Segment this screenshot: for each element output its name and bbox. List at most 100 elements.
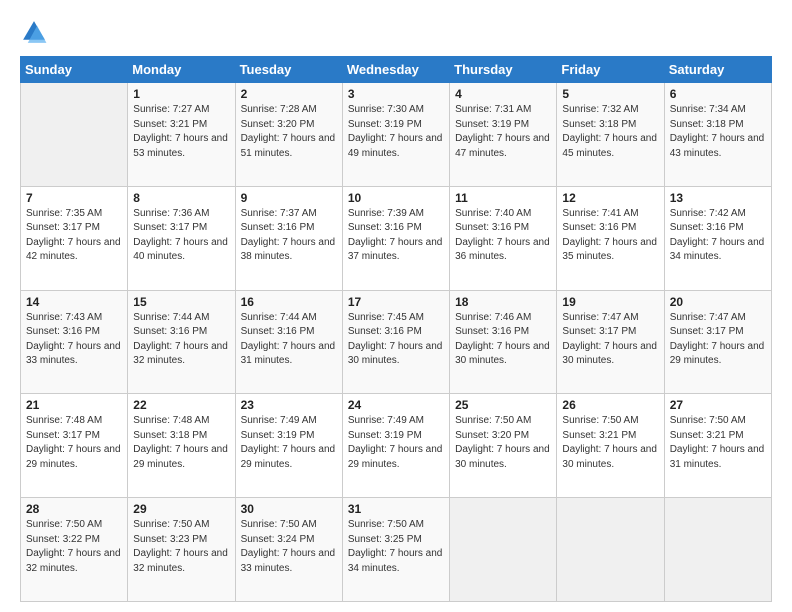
day-number: 30: [241, 502, 337, 516]
day-info: Sunrise: 7:44 AMSunset: 3:16 PMDaylight:…: [241, 311, 337, 369]
day-number: 27: [670, 398, 766, 412]
day-info: Sunrise: 7:50 AMSunset: 3:25 PMDaylight:…: [348, 518, 444, 576]
day-number: 15: [133, 295, 229, 309]
day-info: Sunrise: 7:47 AMSunset: 3:17 PMDaylight:…: [562, 311, 658, 369]
calendar-cell: 6 Sunrise: 7:34 AMSunset: 3:18 PMDaylight…: [664, 83, 771, 187]
day-number: 20: [670, 295, 766, 309]
day-info: Sunrise: 7:49 AMSunset: 3:19 PMDaylight:…: [348, 414, 444, 472]
day-number: 26: [562, 398, 658, 412]
day-number: 14: [26, 295, 122, 309]
calendar-cell: 13Sunrise: 7:42 AMSunset: 3:16 PMDayligh…: [664, 186, 771, 290]
day-info: Sunrise: 7:43 AMSunset: 3:16 PMDaylight:…: [26, 311, 122, 369]
day-number: 3: [348, 87, 444, 101]
day-info: Sunrise: 7:50 AMSunset: 3:21 PMDaylight:…: [670, 414, 766, 472]
calendar-cell: 29 Sunrise: 7:50 AMSunset: 3:23 PMDayligh…: [128, 498, 235, 602]
day-info: Sunrise: 7:31 AMSunset: 3:19 PMDaylight:…: [455, 103, 551, 161]
calendar-cell: 27 Sunrise: 7:50 AMSunset: 3:21 PMDayligh…: [664, 394, 771, 498]
day-number: 8: [133, 191, 229, 205]
day-number: 2: [241, 87, 337, 101]
calendar-cell: [557, 498, 664, 602]
logo-icon: [20, 18, 48, 46]
day-info: Sunrise: 7:50 AMSunset: 3:20 PMDaylight:…: [455, 414, 551, 472]
calendar-cell: 11Sunrise: 7:40 AMSunset: 3:16 PMDayligh…: [450, 186, 557, 290]
calendar-cell: 17 Sunrise: 7:45 AMSunset: 3:16 PMDayligh…: [342, 290, 449, 394]
calendar-cell: 26 Sunrise: 7:50 AMSunset: 3:21 PMDayligh…: [557, 394, 664, 498]
day-info: Sunrise: 7:50 AMSunset: 3:21 PMDaylight:…: [562, 414, 658, 472]
calendar-cell: [450, 498, 557, 602]
day-info: Sunrise: 7:50 AMSunset: 3:22 PMDaylight:…: [26, 518, 122, 576]
calendar-cell: 20 Sunrise: 7:47 AMSunset: 3:17 PMDayligh…: [664, 290, 771, 394]
day-number: 22: [133, 398, 229, 412]
weekday-header-sunday: Sunday: [21, 57, 128, 83]
calendar-cell: 10Sunrise: 7:39 AMSunset: 3:16 PMDayligh…: [342, 186, 449, 290]
calendar-cell: 28 Sunrise: 7:50 AMSunset: 3:22 PMDayligh…: [21, 498, 128, 602]
day-info: Sunrise: 7:34 AMSunset: 3:18 PMDaylight:…: [670, 103, 766, 161]
calendar-cell: [664, 498, 771, 602]
calendar-cell: 14 Sunrise: 7:43 AMSunset: 3:16 PMDayligh…: [21, 290, 128, 394]
calendar-cell: 9Sunrise: 7:37 AMSunset: 3:16 PMDaylight…: [235, 186, 342, 290]
calendar-header: SundayMondayTuesdayWednesdayThursdayFrid…: [21, 57, 772, 83]
day-info: Sunrise: 7:32 AMSunset: 3:18 PMDaylight:…: [562, 103, 658, 161]
page: SundayMondayTuesdayWednesdayThursdayFrid…: [0, 0, 792, 612]
day-info: Sunrise: 7:35 AMSunset: 3:17 PMDaylight:…: [26, 207, 122, 265]
logo: [20, 18, 52, 46]
weekday-header-monday: Monday: [128, 57, 235, 83]
header: [20, 18, 772, 46]
calendar-week-1: 1 Sunrise: 7:27 AMSunset: 3:21 PMDaylight…: [21, 83, 772, 187]
day-number: 21: [26, 398, 122, 412]
weekday-header-friday: Friday: [557, 57, 664, 83]
calendar-cell: 2Sunrise: 7:28 AMSunset: 3:20 PMDaylight…: [235, 83, 342, 187]
day-info: Sunrise: 7:46 AMSunset: 3:16 PMDaylight:…: [455, 311, 551, 369]
day-number: 4: [455, 87, 551, 101]
calendar-cell: 16 Sunrise: 7:44 AMSunset: 3:16 PMDayligh…: [235, 290, 342, 394]
day-number: 1: [133, 87, 229, 101]
day-number: 12: [562, 191, 658, 205]
day-info: Sunrise: 7:50 AMSunset: 3:23 PMDaylight:…: [133, 518, 229, 576]
day-info: Sunrise: 7:48 AMSunset: 3:17 PMDaylight:…: [26, 414, 122, 472]
calendar-cell: 15 Sunrise: 7:44 AMSunset: 3:16 PMDayligh…: [128, 290, 235, 394]
day-number: 23: [241, 398, 337, 412]
calendar-week-4: 21 Sunrise: 7:48 AMSunset: 3:17 PMDayligh…: [21, 394, 772, 498]
weekday-header-wednesday: Wednesday: [342, 57, 449, 83]
calendar-cell: [21, 83, 128, 187]
day-number: 29: [133, 502, 229, 516]
calendar-cell: 30 Sunrise: 7:50 AMSunset: 3:24 PMDayligh…: [235, 498, 342, 602]
calendar-cell: 25 Sunrise: 7:50 AMSunset: 3:20 PMDayligh…: [450, 394, 557, 498]
day-info: Sunrise: 7:36 AMSunset: 3:17 PMDaylight:…: [133, 207, 229, 265]
day-number: 5: [562, 87, 658, 101]
calendar-cell: 18 Sunrise: 7:46 AMSunset: 3:16 PMDayligh…: [450, 290, 557, 394]
weekday-header-thursday: Thursday: [450, 57, 557, 83]
calendar-body: 1 Sunrise: 7:27 AMSunset: 3:21 PMDaylight…: [21, 83, 772, 602]
day-info: Sunrise: 7:48 AMSunset: 3:18 PMDaylight:…: [133, 414, 229, 472]
day-info: Sunrise: 7:41 AMSunset: 3:16 PMDaylight:…: [562, 207, 658, 265]
day-number: 25: [455, 398, 551, 412]
day-info: Sunrise: 7:49 AMSunset: 3:19 PMDaylight:…: [241, 414, 337, 472]
calendar-cell: 19 Sunrise: 7:47 AMSunset: 3:17 PMDayligh…: [557, 290, 664, 394]
weekday-header-saturday: Saturday: [664, 57, 771, 83]
calendar-cell: 12 Sunrise: 7:41 AMSunset: 3:16 PMDayligh…: [557, 186, 664, 290]
day-number: 6: [670, 87, 766, 101]
day-info: Sunrise: 7:45 AMSunset: 3:16 PMDaylight:…: [348, 311, 444, 369]
day-info: Sunrise: 7:42 AMSunset: 3:16 PMDaylight:…: [670, 207, 766, 265]
day-number: 28: [26, 502, 122, 516]
day-info: Sunrise: 7:50 AMSunset: 3:24 PMDaylight:…: [241, 518, 337, 576]
day-number: 31: [348, 502, 444, 516]
calendar-cell: 7Sunrise: 7:35 AMSunset: 3:17 PMDaylight…: [21, 186, 128, 290]
day-number: 17: [348, 295, 444, 309]
weekday-header-row: SundayMondayTuesdayWednesdayThursdayFrid…: [21, 57, 772, 83]
day-number: 16: [241, 295, 337, 309]
day-info: Sunrise: 7:47 AMSunset: 3:17 PMDaylight:…: [670, 311, 766, 369]
day-number: 19: [562, 295, 658, 309]
calendar-cell: 31 Sunrise: 7:50 AMSunset: 3:25 PMDayligh…: [342, 498, 449, 602]
day-info: Sunrise: 7:30 AMSunset: 3:19 PMDaylight:…: [348, 103, 444, 161]
calendar-cell: 8 Sunrise: 7:36 AMSunset: 3:17 PMDaylight…: [128, 186, 235, 290]
day-info: Sunrise: 7:27 AMSunset: 3:21 PMDaylight:…: [133, 103, 229, 161]
day-number: 24: [348, 398, 444, 412]
day-info: Sunrise: 7:44 AMSunset: 3:16 PMDaylight:…: [133, 311, 229, 369]
calendar-week-2: 7Sunrise: 7:35 AMSunset: 3:17 PMDaylight…: [21, 186, 772, 290]
calendar-cell: 1 Sunrise: 7:27 AMSunset: 3:21 PMDaylight…: [128, 83, 235, 187]
calendar-table: SundayMondayTuesdayWednesdayThursdayFrid…: [20, 56, 772, 602]
calendar-cell: 22 Sunrise: 7:48 AMSunset: 3:18 PMDayligh…: [128, 394, 235, 498]
calendar-week-3: 14 Sunrise: 7:43 AMSunset: 3:16 PMDayligh…: [21, 290, 772, 394]
day-number: 18: [455, 295, 551, 309]
